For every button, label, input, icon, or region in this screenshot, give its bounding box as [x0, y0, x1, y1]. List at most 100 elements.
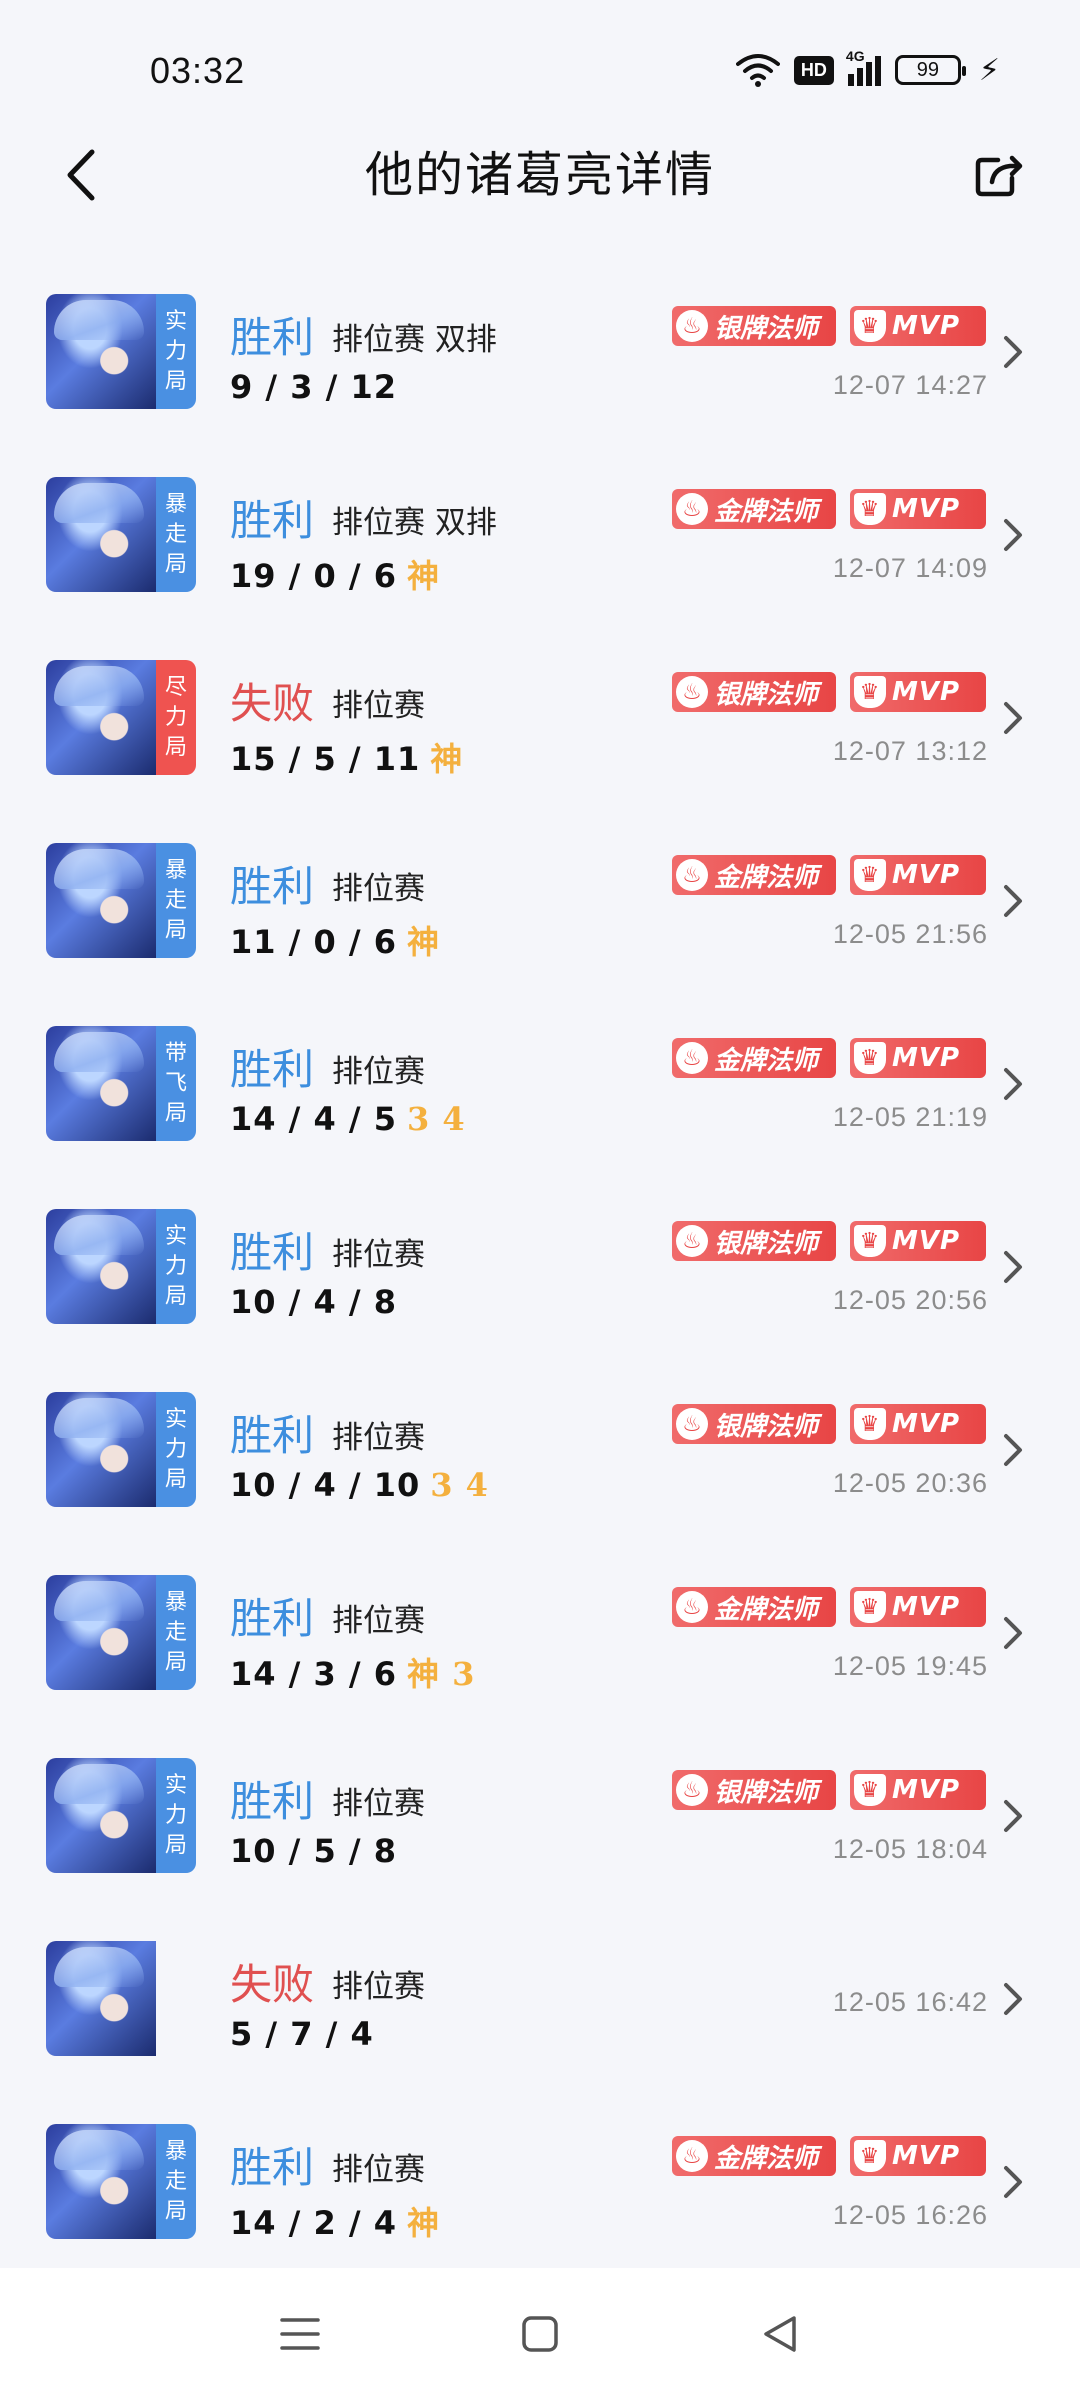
mvp-badge: ♛ MVP — [850, 855, 986, 895]
performance-tag: 实力局 — [156, 1758, 196, 1873]
share-button[interactable] — [964, 140, 1034, 210]
match-row[interactable]: 暴走局 胜利 排位赛 11 / 0 / 6 神 ♨ 金牌法师 ♛ MVP 12-05 … — [0, 809, 1080, 992]
level-label: 银牌法师 — [714, 313, 819, 344]
chevron-right-icon — [1004, 2166, 1022, 2198]
back-nav-button[interactable] — [750, 2304, 810, 2364]
tag-char: 飞 — [164, 1070, 187, 1096]
trophy-icon: ♛ — [854, 1408, 886, 1440]
mvp-label: MVP — [892, 2141, 961, 2171]
kda-value: 15 / 5 / 11 — [230, 740, 421, 778]
level-label: 金牌法师 — [714, 496, 819, 527]
badges: ♨ 银牌法师 ♛ MVP — [672, 1404, 986, 1444]
badges: ♨ 金牌法师 ♛ MVP — [672, 489, 986, 529]
kda-extra: 神 — [407, 923, 441, 961]
tag-char: 走 — [164, 1619, 187, 1645]
level-badge: ♨ 银牌法师 — [672, 1404, 836, 1444]
flame-icon: ♨ — [676, 859, 708, 891]
match-time: 12-05 16:42 — [832, 1987, 988, 2017]
tag-char: 力 — [164, 1436, 187, 1462]
kda-value: 14 / 3 / 6 — [230, 1655, 397, 1693]
performance-tag: 暴走局 — [156, 1575, 196, 1690]
charging-icon: ⚡ — [978, 52, 1000, 88]
match-row[interactable]: 实力局 胜利 排位赛 10 / 4 / 8 ♨ 银牌法师 ♛ MVP 12-05 2… — [0, 1175, 1080, 1358]
match-time: 12-05 20:36 — [832, 1468, 988, 1498]
tag-char: 带 — [164, 1040, 187, 1066]
status-icons: HD 4G 99 ⚡ — [735, 48, 1000, 88]
match-time: 12-05 21:56 — [832, 919, 988, 949]
match-row[interactable]: 实力局 胜利 排位赛 10 / 4 / 10 3 4 ♨ 银牌法师 ♛ MVP 12-… — [0, 1358, 1080, 1541]
kda-score: 14 / 2 / 4 神 — [230, 2198, 440, 2244]
flame-icon: ♨ — [676, 310, 708, 342]
badges: ♨ 金牌法师 ♛ MVP — [672, 1038, 986, 1078]
trophy-icon: ♛ — [854, 859, 886, 891]
chevron-right-icon — [1004, 885, 1022, 917]
menu-button[interactable] — [270, 2304, 330, 2364]
level-label: 金牌法师 — [714, 1594, 819, 1625]
trophy-icon: ♛ — [854, 2140, 886, 2172]
match-row[interactable]: 暴走局 胜利 排位赛 14 / 2 / 4 神 ♨ 金牌法师 ♛ MVP 12-05 … — [0, 2090, 1080, 2273]
level-badge: ♨ 金牌法师 — [672, 489, 836, 529]
level-badge: ♨ 金牌法师 — [672, 1587, 836, 1627]
tag-char: 局 — [164, 2198, 187, 2224]
performance-tag: 暴走局 — [156, 2124, 196, 2239]
tag-char: 暴 — [164, 1589, 187, 1615]
trophy-icon: ♛ — [854, 1225, 886, 1257]
hero-avatar: 暴走局 — [46, 477, 196, 592]
mvp-badge: ♛ MVP — [850, 672, 986, 712]
trophy-icon: ♛ — [854, 676, 886, 708]
performance-tag: 暴走局 — [156, 843, 196, 958]
match-time: 12-05 18:04 — [832, 1834, 988, 1864]
hero-avatar: 暴走局 — [46, 843, 196, 958]
tag-char: 局 — [164, 1100, 187, 1126]
chevron-right-icon — [1004, 336, 1022, 368]
match-time: 12-05 19:45 — [832, 1651, 988, 1681]
match-mode: 排位赛 — [332, 1054, 425, 1090]
level-label: 金牌法师 — [714, 862, 819, 893]
trophy-icon: ♛ — [854, 310, 886, 342]
match-row[interactable]: 实力局 胜利 排位赛 10 / 5 / 8 ♨ 银牌法师 ♛ MVP 12-05 1… — [0, 1724, 1080, 1907]
mvp-label: MVP — [892, 1409, 961, 1439]
kda-extra: 3 4 — [430, 1466, 489, 1504]
home-button[interactable] — [510, 2304, 570, 2364]
match-result: 胜利 — [230, 1411, 315, 1460]
mvp-badge: ♛ MVP — [850, 489, 986, 529]
match-time: 12-07 14:27 — [832, 370, 988, 400]
status-bar: 03:32 HD 4G 99 ⚡ — [0, 0, 1080, 140]
hero-avatar: 带飞局 — [46, 1026, 196, 1141]
flame-icon: ♨ — [676, 676, 708, 708]
mvp-label: MVP — [892, 311, 961, 341]
chevron-right-icon — [1004, 1983, 1022, 2015]
flame-icon: ♨ — [676, 1774, 708, 1806]
kda-extra: 神 — [407, 2204, 441, 2242]
badges: ♨ 银牌法师 ♛ MVP — [672, 1770, 986, 1810]
kda-value: 10 / 4 / 8 — [230, 1283, 397, 1321]
tag-char: 局 — [164, 1649, 187, 1675]
match-row[interactable]: 失败 排位赛 5 / 7 / 4 ♨ ♛ 12-05 16:42 — [0, 1907, 1080, 2090]
performance-tag: 尽力局 — [156, 660, 196, 775]
kda-score: 15 / 5 / 11 神 — [230, 734, 463, 780]
mvp-label: MVP — [892, 677, 961, 707]
hero-portrait — [46, 1575, 156, 1690]
match-list: 实力局 胜利 排位赛 双排 9 / 3 / 12 ♨ 银牌法师 ♛ MVP 12-0… — [0, 260, 1080, 2273]
tag-char: 暴 — [164, 2138, 187, 2164]
hero-portrait — [46, 294, 156, 409]
match-row[interactable]: 暴走局 胜利 排位赛 14 / 3 / 6 神 3 ♨ 金牌法师 ♛ MVP 12-0… — [0, 1541, 1080, 1724]
hero-avatar: 暴走局 — [46, 2124, 196, 2239]
match-row[interactable]: 带飞局 胜利 排位赛 14 / 4 / 5 3 4 ♨ 金牌法师 ♛ MVP 12-0… — [0, 992, 1080, 1175]
tag-char: 实 — [164, 1772, 187, 1798]
match-row[interactable]: 暴走局 胜利 排位赛 双排 19 / 0 / 6 神 ♨ 金牌法师 ♛ MVP 12-… — [0, 443, 1080, 626]
badges: ♨ 金牌法师 ♛ MVP — [672, 855, 986, 895]
kda-score: 5 / 7 / 4 — [230, 2015, 374, 2053]
kda-score: 11 / 0 / 6 神 — [230, 917, 440, 963]
match-row[interactable]: 尽力局 失败 排位赛 15 / 5 / 11 神 ♨ 银牌法师 ♛ MVP 12-07… — [0, 626, 1080, 809]
performance-tag: 实力局 — [156, 1209, 196, 1324]
hero-portrait — [46, 2124, 156, 2239]
match-mode: 排位赛 双排 — [332, 505, 497, 541]
level-label: 银牌法师 — [714, 679, 819, 710]
page-title: 他的诸葛亮详情 — [364, 147, 715, 203]
hd-icon: HD — [793, 55, 834, 85]
match-result: 失败 — [230, 1960, 315, 2009]
kda-value: 14 / 2 / 4 — [230, 2204, 397, 2242]
kda-score: 19 / 0 / 6 神 — [230, 551, 440, 597]
match-row[interactable]: 实力局 胜利 排位赛 双排 9 / 3 / 12 ♨ 银牌法师 ♛ MVP 12-0… — [0, 260, 1080, 443]
